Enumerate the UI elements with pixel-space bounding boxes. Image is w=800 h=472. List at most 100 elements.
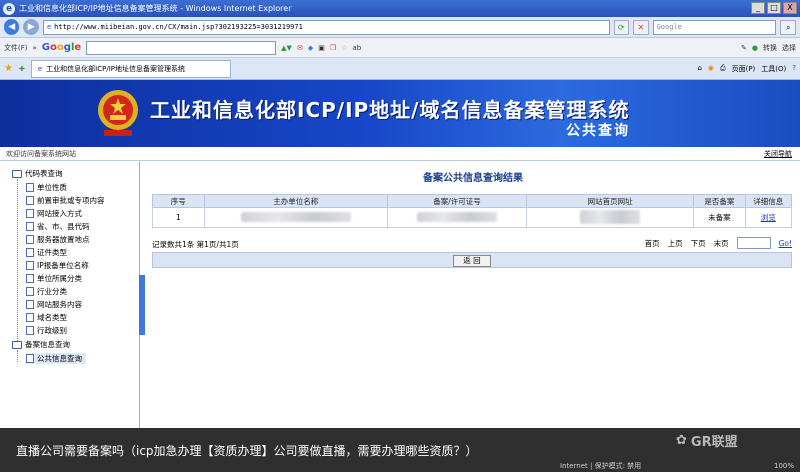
prev-page-link[interactable]: 上页: [668, 238, 683, 249]
search-icon[interactable]: ⌕: [780, 19, 796, 35]
tree-item[interactable]: 前置审批或专项内容: [26, 195, 105, 206]
watermark-icon: ✿: [676, 432, 687, 448]
maximize-button[interactable]: □: [767, 2, 781, 14]
add-favorite-icon[interactable]: ✚: [19, 65, 25, 73]
toolbar-bookmark-icon[interactable]: ✉: [297, 44, 303, 52]
tree-item[interactable]: 域名类型: [26, 312, 67, 323]
page-menu[interactable]: 页面(P): [732, 64, 756, 74]
page-number-input[interactable]: [736, 237, 771, 249]
document-icon: [26, 235, 34, 244]
toolbar-wrench-icon[interactable]: ✎: [741, 44, 747, 52]
tree-group-code-tables[interactable]: 代码表查询: [12, 168, 63, 179]
address-row: ◀ ▶ e http://www.miibeian.gov.cn/CX/main…: [0, 17, 800, 38]
google-logo: Google: [41, 42, 82, 53]
tree-item[interactable]: 省、市、县代码: [26, 221, 90, 232]
tree-item-label: 单位性质: [37, 183, 67, 192]
record-summary: 记录数共1条 第1页/共1页: [152, 239, 239, 249]
status-bar: Internet | 保护模式: 禁用 100%: [560, 460, 800, 472]
address-url: http://www.miibeian.gov.cn/CX/main.jsp?3…: [54, 23, 303, 31]
tree-item[interactable]: 证件类型: [26, 247, 67, 258]
tree-item[interactable]: 行业分类: [26, 286, 67, 297]
toolbar-star-icon[interactable]: ☆: [341, 44, 347, 52]
tree-item[interactable]: IP报备单位名称: [26, 260, 89, 271]
tree-item-label: 证件类型: [37, 248, 67, 257]
next-page-link[interactable]: 下页: [691, 238, 706, 249]
site-banner: 工业和信息化部ICP/IP地址/域名信息备案管理系统 公共查询: [0, 80, 800, 147]
tree-item-label: 网站服务内容: [37, 300, 82, 309]
search-input[interactable]: Google: [652, 19, 777, 35]
status-zone: Internet | 保护模式: 禁用: [560, 462, 642, 470]
tools-menu[interactable]: 工具(O): [761, 64, 786, 74]
sidebar-tree: 代码表查询 单位性质 前置审批或专项内容 网站接入方式 省、市、县代码 服务器放…: [0, 161, 140, 428]
tree-item-label: 服务器放置地点: [37, 235, 90, 244]
view-detail-link[interactable]: 浏览: [761, 213, 776, 222]
tree-item[interactable]: 单位所属分类: [26, 273, 82, 284]
pager-controls: 首页 上页 下页 末页 Go!: [645, 237, 792, 249]
feeds-icon[interactable]: ◉: [708, 64, 714, 74]
sidebar-splitter[interactable]: [139, 275, 145, 335]
folder-icon: [12, 169, 22, 178]
result-title: 备案公共信息查询结果: [423, 173, 523, 184]
tab-row: ★ ✚ e 工业和信息化部ICP/IP地址信息备案管理系统 ⌂ ◉ ⎙ 页面(P…: [0, 58, 800, 80]
back-button[interactable]: 返 回: [453, 255, 491, 267]
tree-item[interactable]: 网站接入方式: [26, 208, 82, 219]
first-page-link[interactable]: 首页: [645, 238, 660, 249]
toolbar-spell-icon[interactable]: ab: [352, 44, 361, 52]
tree-item-label: 单位所属分类: [37, 274, 82, 283]
redacted-license: [386, 207, 528, 228]
tab-main[interactable]: e 工业和信息化部ICP/IP地址信息备案管理系统: [30, 59, 231, 78]
tree-item[interactable]: 行政级别: [26, 325, 67, 336]
redacted-org-name: [203, 207, 388, 228]
tree-item-label: 省、市、县代码: [37, 222, 90, 231]
file-menu[interactable]: 文件(F): [4, 43, 28, 53]
tree-item-public-query[interactable]: 公共信息查询: [26, 353, 86, 364]
col-header: 详细信息: [744, 194, 793, 208]
help-icon[interactable]: ?: [792, 64, 796, 74]
tree-item[interactable]: 服务器放置地点: [26, 234, 90, 245]
banner-subtitle: 公共查询: [566, 123, 630, 139]
toolbar-share-icon[interactable]: ◆: [308, 44, 313, 52]
ie-icon: e: [3, 2, 15, 15]
address-input[interactable]: e http://www.miibeian.gov.cn/CX/main.jsp…: [42, 19, 610, 35]
forward-nav-icon[interactable]: ▶: [23, 19, 39, 35]
table-header-row: 序号 主办单位名称 备案/许可证号 网站首页网址 是否备案 详细信息: [152, 194, 793, 208]
google-search-input[interactable]: [86, 40, 277, 55]
home-icon[interactable]: ⌂: [697, 64, 701, 74]
toolbar-green-icon[interactable]: ●: [752, 44, 758, 52]
document-icon: [26, 261, 34, 270]
close-button[interactable]: X: [783, 2, 797, 14]
chevron-icon[interactable]: »: [33, 44, 37, 52]
row-status: 未备案: [693, 207, 746, 228]
go-button[interactable]: Go!: [779, 239, 792, 248]
search-placeholder: Google: [656, 23, 682, 31]
col-header: 备案/许可证号: [386, 194, 528, 208]
toolbar-settings-icon[interactable]: ▣: [318, 44, 325, 52]
tree-group-label: 代码表查询: [25, 169, 63, 178]
stop-icon[interactable]: ✕: [633, 19, 649, 35]
col-header: 是否备案: [693, 194, 746, 208]
select-button[interactable]: 选择: [782, 43, 796, 53]
tree-item[interactable]: 网站服务内容: [26, 299, 82, 310]
close-nav-link[interactable]: 关闭导航: [764, 149, 792, 159]
print-icon[interactable]: ⎙: [720, 64, 726, 74]
toolbar-tools-icon[interactable]: ▲▼: [281, 44, 292, 52]
back-nav-icon[interactable]: ◀: [4, 19, 20, 35]
favorites-star-icon[interactable]: ★: [4, 63, 13, 74]
tree-item-label: 前置审批或专项内容: [37, 196, 105, 205]
convert-button[interactable]: 转换: [763, 43, 777, 53]
tree-group-label: 备案信息查询: [25, 340, 70, 349]
tree-item-label: 网站接入方式: [37, 209, 82, 218]
watermark: ✿ GR联盟: [676, 428, 738, 452]
result-table: 序号 主办单位名称 备案/许可证号 网站首页网址 是否备案 详细信息 1 未备案…: [152, 194, 793, 228]
document-icon: [26, 222, 34, 231]
toolbar-pagerank-icon[interactable]: ❒: [330, 44, 336, 52]
refresh-icon[interactable]: ⟳: [613, 19, 630, 35]
google-toolbar: 文件(F) » Google ▲▼ ✉ ◆ ▣ ❒ ☆ ab ✎ ● 转换 选择: [0, 38, 800, 58]
tree-item[interactable]: 单位性质: [26, 182, 67, 193]
document-icon: [26, 274, 34, 283]
tree-group-filing-info[interactable]: 备案信息查询: [12, 339, 70, 350]
minimize-button[interactable]: _: [751, 2, 765, 14]
status-zoom[interactable]: 100%: [774, 462, 794, 470]
welcome-text: 欢迎访问备案系统网站: [6, 149, 76, 158]
last-page-link[interactable]: 末页: [714, 238, 729, 249]
